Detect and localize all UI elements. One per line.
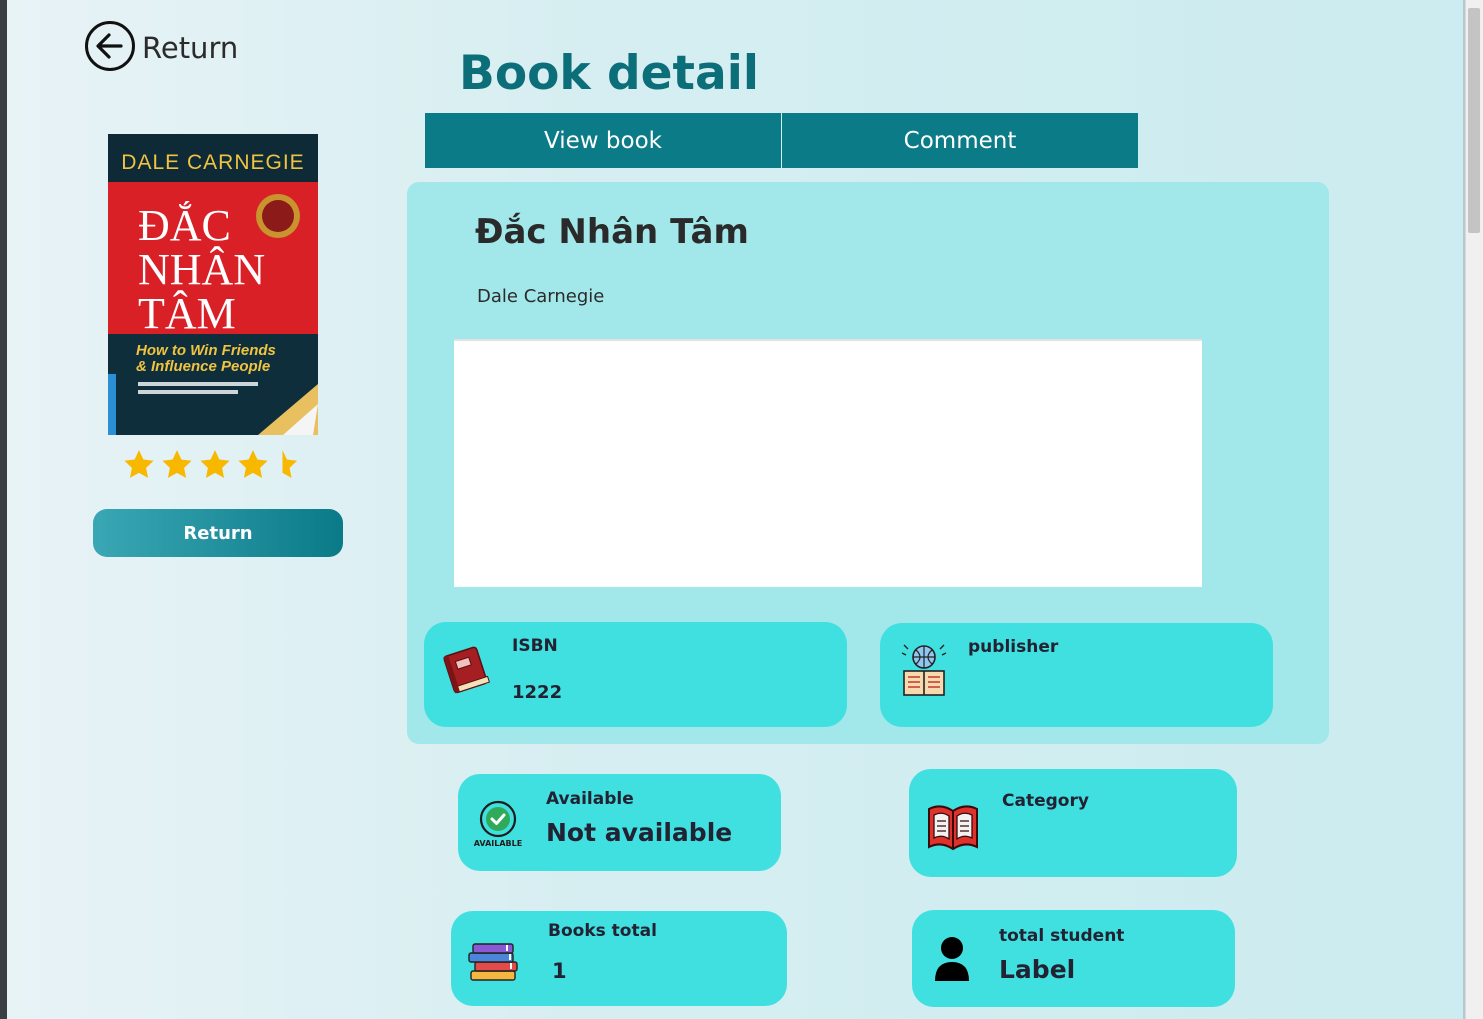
total-student-card: total student Label bbox=[912, 910, 1235, 1007]
star-icon bbox=[162, 450, 192, 478]
background-window-edge bbox=[0, 0, 7, 1019]
isbn-label: ISBN bbox=[512, 636, 558, 656]
category-card: Category bbox=[909, 769, 1237, 877]
books-total-value: 1 bbox=[552, 959, 567, 983]
cover-title-line-2: NHÂN bbox=[138, 245, 265, 294]
vertical-scrollbar[interactable] bbox=[1465, 0, 1483, 1019]
available-value: Not available bbox=[546, 818, 733, 847]
scrollbar-thumb[interactable] bbox=[1468, 8, 1480, 233]
isbn-card: ISBN 1222 bbox=[424, 622, 847, 727]
available-badge-text: AVAILABLE bbox=[474, 839, 522, 848]
cover-author-text: DALE CARNEGIE bbox=[121, 151, 304, 174]
star-icon bbox=[238, 450, 268, 478]
star-icon bbox=[124, 450, 154, 478]
total-student-label: total student bbox=[999, 926, 1125, 946]
back-arrow-icon bbox=[84, 20, 136, 76]
back-link[interactable]: Return bbox=[84, 20, 239, 76]
page-title: Book detail bbox=[459, 46, 759, 101]
book-icon bbox=[440, 640, 496, 700]
available-badge-icon: AVAILABLE bbox=[472, 798, 524, 854]
tab-view-book[interactable]: View book bbox=[425, 113, 781, 168]
book-title: Đắc Nhân Tâm bbox=[475, 212, 749, 252]
half-star-icon bbox=[282, 450, 298, 478]
person-icon bbox=[934, 936, 970, 986]
books-total-label: Books total bbox=[548, 921, 657, 941]
rating-stars bbox=[122, 448, 308, 482]
isbn-value: 1222 bbox=[512, 682, 563, 703]
publisher-card: publisher bbox=[880, 623, 1273, 727]
publisher-icon bbox=[900, 641, 948, 703]
tab-comment[interactable]: Comment bbox=[782, 113, 1138, 168]
svg-text:& Influence People: & Influence People bbox=[136, 358, 270, 375]
publisher-label: publisher bbox=[968, 637, 1059, 657]
svg-text:How to Win Friends: How to Win Friends bbox=[136, 342, 276, 359]
book-cover-image: DALE CARNEGIE ĐẮC NHÂN TÂM How to Win Fr… bbox=[108, 134, 318, 435]
books-total-card: Books total 1 bbox=[451, 911, 787, 1006]
book-stack-icon bbox=[467, 943, 521, 987]
book-author: Dale Carnegie bbox=[477, 286, 605, 307]
description-box[interactable] bbox=[454, 339, 1202, 587]
star-icon bbox=[200, 450, 230, 478]
total-student-value: Label bbox=[999, 955, 1076, 984]
open-book-icon bbox=[925, 799, 981, 859]
cover-title-line-1: ĐẮC bbox=[138, 200, 231, 250]
back-link-label: Return bbox=[142, 31, 239, 65]
return-button[interactable]: Return bbox=[93, 509, 343, 557]
available-label: Available bbox=[546, 789, 634, 809]
category-label: Category bbox=[1002, 791, 1089, 811]
cover-title-line-3: TÂM bbox=[138, 289, 236, 338]
availability-card: AVAILABLE Available Not available bbox=[458, 774, 781, 871]
